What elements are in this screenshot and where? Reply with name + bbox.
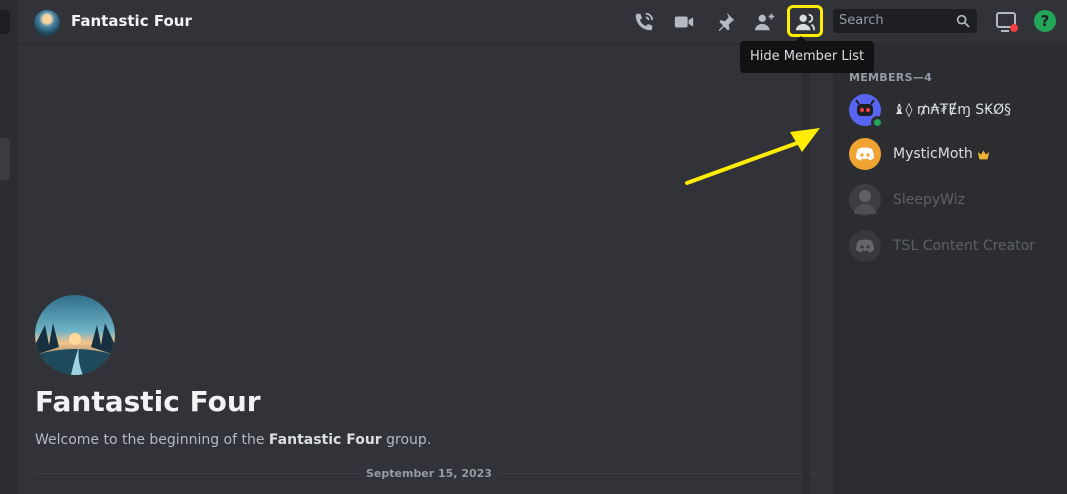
hide-member-list-tooltip: Hide Member List: [740, 36, 875, 73]
discord-logo-icon: [849, 138, 881, 170]
inbox-icon[interactable]: [995, 10, 1019, 34]
search-icon: [956, 14, 970, 28]
member-item[interactable]: TSL Content Creator: [841, 225, 1061, 267]
welcome-title: Fantastic Four: [35, 385, 261, 418]
voice-call-icon[interactable]: [632, 10, 656, 34]
server-list-top: [0, 10, 10, 34]
online-status-dot: [871, 116, 884, 129]
member-name: TSL Content Creator: [893, 238, 1036, 254]
search-input[interactable]: Search: [833, 9, 977, 33]
owner-crown-icon: [977, 149, 989, 159]
member-name: SleepyWiz: [893, 192, 965, 208]
server-sidebar-edge: [0, 0, 18, 494]
member-name: MysticMoth: [893, 146, 973, 162]
date-divider-label: September 15, 2023: [360, 467, 498, 480]
sidebar-scrollbar[interactable]: [0, 138, 10, 180]
robot-avatar-icon: [849, 94, 884, 129]
member-item[interactable]: SleepyWiz: [841, 179, 1061, 221]
pinned-messages-icon[interactable]: [713, 10, 737, 34]
discord-window: Fantastic Four Search ? Fantastic Four W…: [0, 0, 1067, 494]
video-call-icon[interactable]: [672, 10, 696, 34]
welcome-subtitle-suffix: group.: [381, 432, 432, 448]
welcome-subtitle: Welcome to the beginning of the Fantasti…: [35, 432, 431, 448]
welcome-subtitle-prefix: Welcome to the beginning of the: [35, 432, 269, 448]
group-title: Fantastic Four: [71, 12, 192, 30]
group-avatar: [34, 10, 60, 36]
channel-header: Fantastic Four Search ?: [18, 0, 1067, 44]
member-name: ♝◊ ₥₳₮Ɇɱ S₭Ø§: [893, 102, 1012, 118]
search-placeholder: Search: [839, 13, 884, 28]
chat-area: Fantastic Four Welcome to the beginning …: [18, 45, 825, 494]
help-icon[interactable]: ?: [1034, 10, 1056, 32]
member-list-panel: MEMBERS—4 ♝◊ ₥₳₮Ɇɱ S₭Ø§ MysticMoth Sleep…: [833, 45, 1067, 494]
add-friend-icon[interactable]: [753, 10, 777, 34]
member-item[interactable]: ♝◊ ₥₳₮Ɇɱ S₭Ø§: [841, 89, 1061, 131]
welcome-subtitle-group: Fantastic Four: [268, 432, 382, 448]
welcome-group-avatar: [35, 295, 115, 375]
member-item[interactable]: MysticMoth: [841, 133, 1061, 175]
member-list-icon[interactable]: [793, 10, 817, 34]
photo-avatar-icon: [849, 184, 881, 216]
discord-logo-icon: [849, 230, 881, 262]
chat-scrollbar[interactable]: [802, 45, 810, 494]
